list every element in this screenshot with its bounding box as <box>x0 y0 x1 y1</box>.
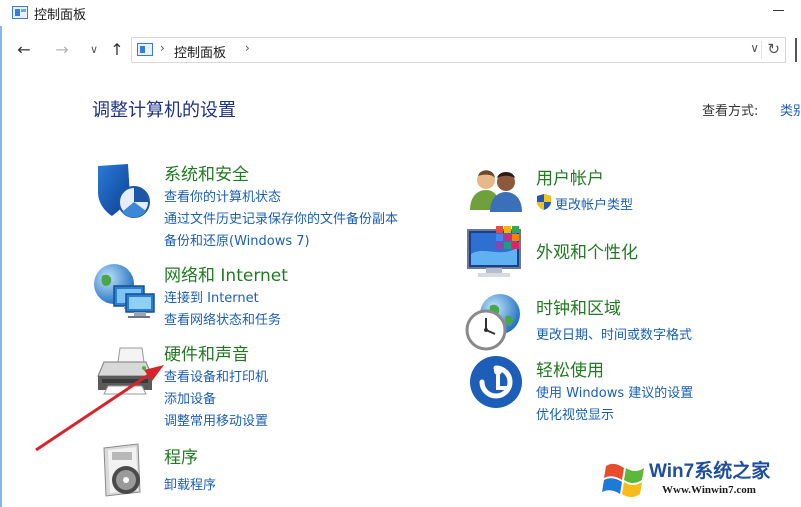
link-file-history-backup[interactable]: 通过文件历史记录保存你的文件备份副本 <box>164 208 398 227</box>
link-devices-printers[interactable]: 查看设备和打印机 <box>164 366 268 385</box>
breadcrumb-control-panel[interactable]: 控制面板 <box>174 42 226 61</box>
printer-icon[interactable] <box>94 346 156 396</box>
category-hardware-sound[interactable]: 硬件和声音 <box>164 340 249 365</box>
watermark-title: Win7系统之家 <box>649 461 771 482</box>
category-programs[interactable]: 程序 <box>164 443 198 468</box>
address-bar[interactable]: › 控制面板 › ∨ ↻ <box>131 37 786 63</box>
link-optimize-visual-display[interactable]: 优化视觉显示 <box>536 404 614 423</box>
window-border <box>0 26 2 507</box>
forward-arrow-icon[interactable]: → <box>52 40 72 60</box>
network-globe-icon[interactable] <box>92 262 156 320</box>
windows-logo-icon <box>602 463 644 497</box>
navigation-bar: ← → ∨ ↑ › 控制面板 › ∨ ↻ <box>0 32 801 68</box>
category-system-security[interactable]: 系统和安全 <box>164 160 249 185</box>
back-arrow-icon[interactable]: ← <box>14 40 34 60</box>
category-appearance-personalization[interactable]: 外观和个性化 <box>536 238 638 263</box>
window-title: 控制面板 <box>34 8 87 23</box>
annotation-arrow <box>35 365 164 452</box>
view-by-label: 查看方式: <box>702 104 759 119</box>
view-by-dropdown[interactable]: 类别 <box>780 100 801 119</box>
link-backup-restore[interactable]: 备份和还原(Windows 7) <box>164 230 310 249</box>
link-uninstall-program[interactable]: 卸载程序 <box>164 474 216 493</box>
link-change-account-type[interactable]: 更改帐户类型 <box>555 194 633 213</box>
refresh-icon[interactable]: ↻ <box>767 40 780 58</box>
page-title: 调整计算机的设置 <box>92 100 236 121</box>
breadcrumb-separator-icon[interactable]: › <box>245 41 250 55</box>
site-watermark: Win7系统之家 Www.Winwin7.com <box>600 452 800 506</box>
recent-locations-chevron-icon[interactable]: ∨ <box>84 40 104 60</box>
up-arrow-icon[interactable]: ↑ <box>107 40 127 60</box>
category-network-internet[interactable]: 网络和 Internet <box>164 261 288 286</box>
clock-globe-icon[interactable] <box>464 292 526 352</box>
shield-icon[interactable] <box>94 162 154 220</box>
link-network-status[interactable]: 查看网络状态和任务 <box>164 309 281 328</box>
control-panel-icon <box>137 43 153 56</box>
minimize-button[interactable] <box>773 4 785 16</box>
link-mobility-settings[interactable]: 调整常用移动设置 <box>164 410 268 429</box>
link-recommended-settings[interactable]: 使用 Windows 建议的设置 <box>536 382 693 401</box>
divider <box>761 41 762 59</box>
link-view-computer-status[interactable]: 查看你的计算机状态 <box>164 186 281 205</box>
search-box-edge[interactable] <box>795 38 797 62</box>
category-ease-of-access[interactable]: 轻松使用 <box>536 356 604 381</box>
ease-of-access-icon[interactable] <box>468 354 524 410</box>
link-connect-internet[interactable]: 连接到 Internet <box>164 287 259 306</box>
category-clock-region[interactable]: 时钟和区域 <box>536 294 621 319</box>
appearance-monitor-icon[interactable] <box>466 224 526 280</box>
watermark-url: Www.Winwin7.com <box>662 484 756 496</box>
programs-icon[interactable] <box>98 442 150 500</box>
category-user-accounts[interactable]: 用户帐户 <box>536 164 604 189</box>
control-panel-icon <box>12 6 28 19</box>
breadcrumb-separator-icon[interactable]: › <box>160 41 165 55</box>
link-add-device[interactable]: 添加设备 <box>164 388 216 407</box>
title-bar: 控制面板 <box>0 0 801 26</box>
uac-shield-icon <box>536 193 552 211</box>
link-date-time-format[interactable]: 更改日期、时间或数字格式 <box>536 324 692 343</box>
address-dropdown-icon[interactable]: ∨ <box>750 41 759 55</box>
users-icon[interactable] <box>468 166 524 214</box>
